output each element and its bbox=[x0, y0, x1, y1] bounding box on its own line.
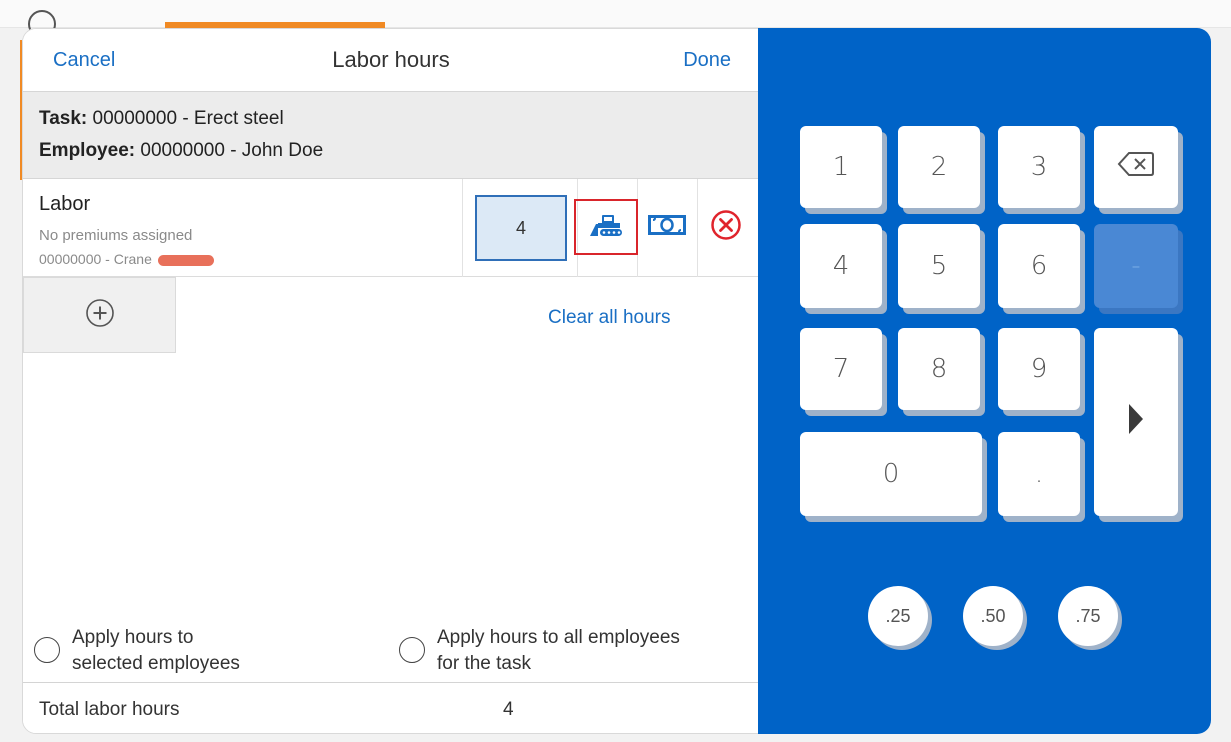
task-info: Task: 00000000 - Erect steel Employee: 0… bbox=[23, 91, 759, 179]
dialog-header: Cancel Labor hours Done bbox=[23, 29, 759, 91]
remove-circle-icon bbox=[710, 209, 742, 246]
key-5[interactable]: 5 bbox=[898, 224, 980, 308]
add-labor-button[interactable] bbox=[23, 277, 176, 353]
key-1[interactable]: 1 bbox=[800, 126, 882, 208]
column-divider bbox=[462, 179, 463, 277]
radio-button[interactable] bbox=[34, 637, 60, 663]
radio-button[interactable] bbox=[399, 637, 425, 663]
money-icon bbox=[648, 214, 686, 241]
task-label: Task: bbox=[39, 108, 88, 129]
task-line: Task: 00000000 - Erect steel bbox=[39, 108, 284, 130]
key-7[interactable]: 7 bbox=[800, 328, 882, 410]
equipment-tag bbox=[157, 254, 214, 266]
task-value: 00000000 - Erect steel bbox=[92, 108, 284, 129]
plus-circle-icon bbox=[84, 297, 116, 334]
employee-value: 00000000 - John Doe bbox=[140, 140, 324, 161]
equipment-name: 00000000 - Crane bbox=[39, 251, 152, 267]
key-4[interactable]: 4 bbox=[800, 224, 882, 308]
dialog-title: Labor hours bbox=[332, 47, 450, 72]
radio-label: Apply hours to all employees for the tas… bbox=[437, 627, 680, 674]
cancel-button[interactable]: Cancel bbox=[53, 49, 115, 72]
numeric-keypad: 1 2 3 4 5 6 - 7 8 9 0 . .25 .50 .75 bbox=[758, 28, 1211, 734]
apply-selected-employees-option[interactable]: Apply hours to selected employees bbox=[34, 623, 374, 679]
key-8[interactable]: 8 bbox=[898, 328, 980, 410]
employee-line: Employee: 00000000 - John Doe bbox=[39, 140, 323, 162]
hours-input[interactable]: 4 bbox=[475, 195, 567, 261]
total-label: Total labor hours bbox=[39, 699, 180, 720]
minus-key[interactable]: - bbox=[1094, 224, 1178, 308]
column-divider bbox=[697, 179, 698, 277]
apply-all-employees-option[interactable]: Apply hours to all employees for the tas… bbox=[399, 623, 759, 679]
bulldozer-icon bbox=[588, 212, 624, 243]
quarter-hour-button[interactable]: .25 bbox=[868, 586, 928, 646]
three-quarter-hour-button[interactable]: .75 bbox=[1058, 586, 1118, 646]
employee-label: Employee: bbox=[39, 140, 136, 161]
premiums-status: No premiums assigned bbox=[39, 227, 193, 244]
radio-label: Apply hours to selected employees bbox=[72, 627, 240, 674]
decimal-key[interactable]: . bbox=[998, 432, 1080, 516]
clear-all-hours-link[interactable]: Clear all hours bbox=[548, 307, 671, 329]
key-0[interactable]: 0 bbox=[800, 432, 982, 516]
equipment-line: 00000000 - Crane bbox=[39, 251, 214, 267]
premium-button[interactable] bbox=[647, 213, 687, 241]
remove-labor-button[interactable] bbox=[708, 209, 744, 245]
done-button[interactable]: Done bbox=[683, 49, 731, 72]
total-row: Total labor hours 4 bbox=[23, 682, 759, 733]
next-key[interactable] bbox=[1094, 328, 1178, 516]
equipment-button[interactable] bbox=[574, 199, 638, 255]
total-value: 4 bbox=[503, 699, 514, 720]
backspace-key[interactable] bbox=[1094, 126, 1178, 208]
key-6[interactable]: 6 bbox=[998, 224, 1080, 308]
labor-row: Labor No premiums assigned 00000000 - Cr… bbox=[23, 179, 759, 277]
key-9[interactable]: 9 bbox=[998, 328, 1080, 410]
key-2[interactable]: 2 bbox=[898, 126, 980, 208]
half-hour-button[interactable]: .50 bbox=[963, 586, 1023, 646]
app-frame: Cancel Labor hours Done Task: 00000000 -… bbox=[0, 0, 1231, 742]
backspace-icon bbox=[1117, 151, 1155, 184]
key-3[interactable]: 3 bbox=[998, 126, 1080, 208]
labor-hours-dialog: Cancel Labor hours Done Task: 00000000 -… bbox=[22, 28, 760, 734]
labor-title: Labor bbox=[39, 193, 91, 215]
play-arrow-icon bbox=[1127, 403, 1145, 442]
